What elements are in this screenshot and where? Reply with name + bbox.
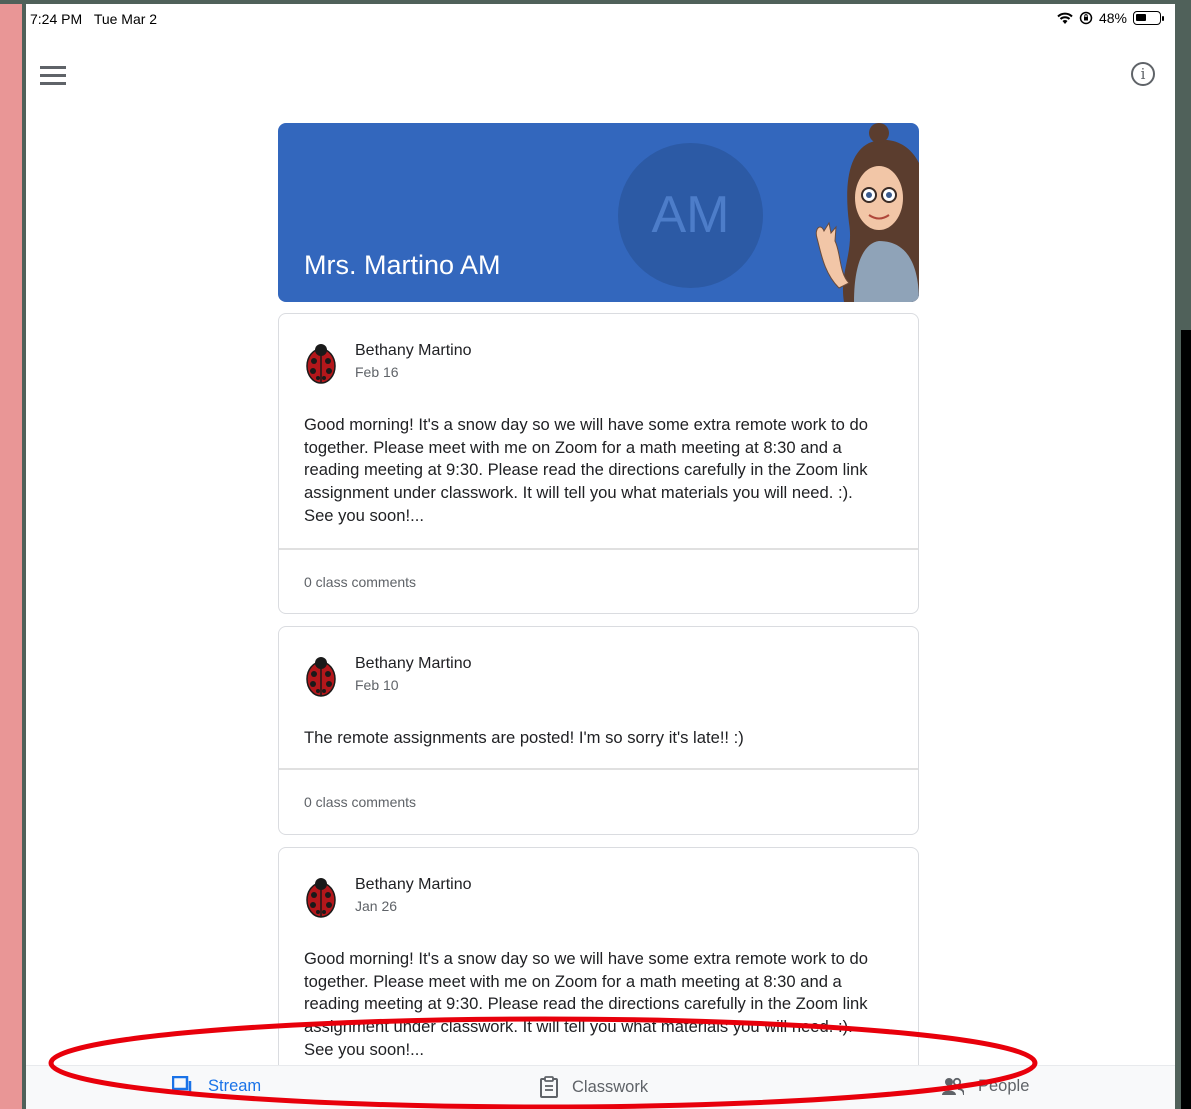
class-title: Mrs. Martino AM: [304, 250, 501, 280]
post-date: Feb 10: [355, 677, 399, 693]
battery-icon: [1133, 11, 1164, 25]
post-author: Bethany Martino: [355, 876, 472, 893]
red-ellipse-annotation: [48, 1016, 1038, 1109]
class-comments-link[interactable]: 0 class comments: [304, 574, 416, 590]
ladybug-avatar-icon: [306, 344, 336, 384]
post-body: Good morning! It's a snow day so we will…: [304, 415, 868, 525]
post-date: Jan 26: [355, 898, 398, 914]
wifi-icon: [1057, 12, 1073, 24]
hamburger-menu-icon[interactable]: [40, 66, 66, 86]
class-banner[interactable]: AM Mrs. Martino AM: [278, 123, 919, 302]
post-author: Bethany Martino: [355, 655, 472, 672]
status-time: 7:24 PM Tue Mar 2: [30, 11, 158, 27]
class-comments-link[interactable]: 0 class comments: [304, 794, 416, 810]
stream-post[interactable]: Bethany Martino Feb 10 The remote assign…: [278, 626, 919, 835]
post-body: The remote assignments are posted! I'm s…: [304, 728, 744, 747]
info-icon[interactable]: i: [1131, 62, 1155, 86]
app-screen: 7:24 PM Tue Mar 2 48% i AM Mrs. Martino …: [22, 4, 1175, 1109]
device-edge-shadow: [1181, 330, 1191, 1109]
orientation-lock-icon: [1079, 11, 1093, 25]
divider: [279, 548, 918, 550]
ladybug-avatar-icon: [306, 878, 336, 918]
stream-post[interactable]: Bethany Martino Feb 16 Good morning! It'…: [278, 313, 919, 614]
post-date: Feb 16: [355, 364, 399, 380]
status-bar: 7:24 PM Tue Mar 2 48%: [26, 4, 1175, 34]
teacher-avatar-illustration: [815, 123, 919, 302]
battery-percent: 48%: [1098, 10, 1127, 26]
post-author: Bethany Martino: [355, 342, 472, 359]
class-initials: AM: [618, 143, 763, 288]
divider: [279, 768, 918, 770]
ladybug-avatar-icon: [306, 657, 336, 697]
status-indicators: 48%: [1057, 10, 1164, 26]
